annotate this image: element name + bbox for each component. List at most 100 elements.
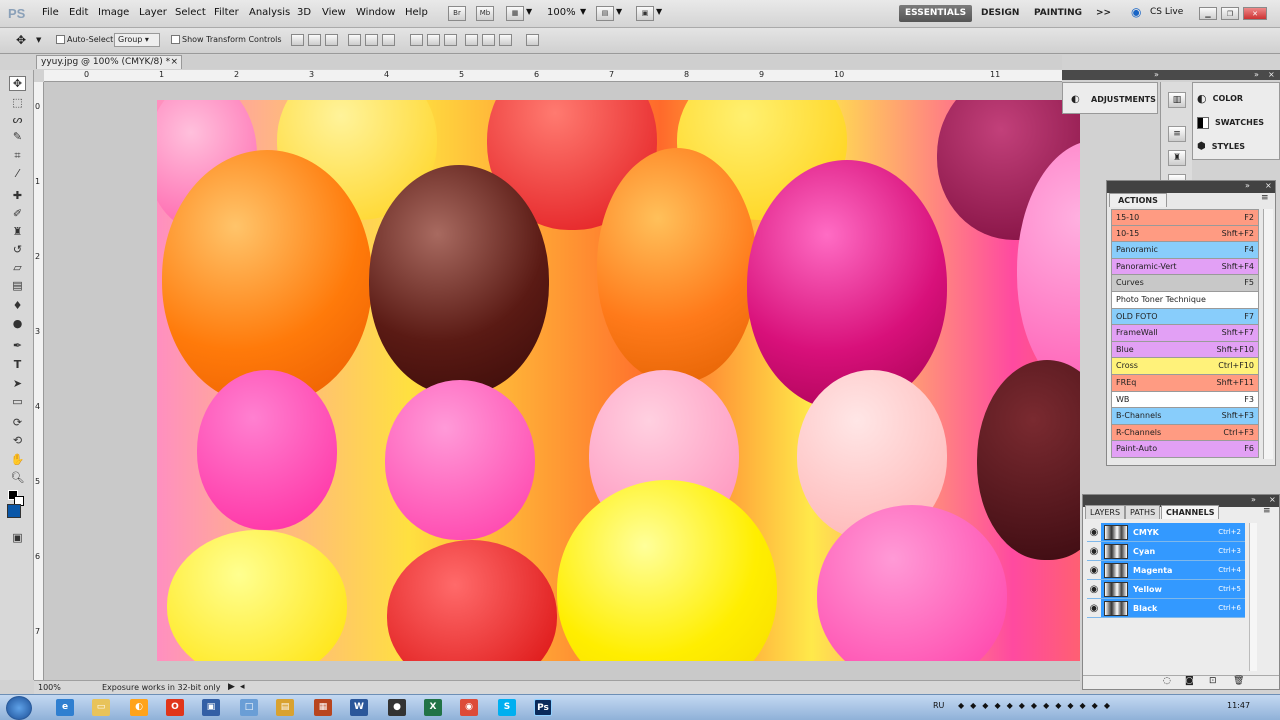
chrome-icon[interactable]: ◉	[460, 699, 478, 716]
app-icon-2[interactable]: □	[240, 699, 258, 716]
ie-icon[interactable]: e	[56, 699, 74, 716]
status-menu-arrow-icon[interactable]: ▶	[228, 682, 235, 692]
menu-edit[interactable]: Edit	[69, 7, 88, 18]
start-button-icon[interactable]	[6, 696, 32, 720]
bridge-button[interactable]: Br	[448, 6, 466, 21]
eraser-tool-icon[interactable]: ▱	[9, 260, 26, 275]
arrange-documents-icon[interactable]: ▤	[596, 6, 614, 21]
canvas-area[interactable]	[44, 82, 1080, 680]
action-item[interactable]: OLD FOTO F7	[1111, 308, 1259, 326]
media-icon[interactable]: ●	[388, 699, 406, 716]
distribute-vcenter-icon[interactable]	[427, 34, 440, 46]
channel-selection[interactable]: Magenta Ctrl+4	[1101, 561, 1245, 579]
hand-tool-icon[interactable]: ✋	[9, 452, 26, 467]
menu-select[interactable]: Select	[175, 7, 206, 18]
actions-scrollbar[interactable]	[1263, 209, 1273, 459]
auto-select-checkbox[interactable]	[56, 35, 65, 47]
pen-tool-icon[interactable]: ✒	[9, 338, 26, 353]
action-item[interactable]: Paint-Auto F6	[1111, 441, 1259, 458]
distribute-top-icon[interactable]	[410, 34, 423, 46]
align-hcenter-icon[interactable]	[365, 34, 378, 46]
action-item[interactable]: FrameWall Shft+F7	[1111, 325, 1259, 342]
app-icon-4[interactable]: ▦	[314, 699, 332, 716]
actions-tab[interactable]: ACTIONS	[1109, 193, 1167, 207]
minimize-icon[interactable]: ▁	[1199, 7, 1217, 20]
blur-tool-icon[interactable]: ♦	[9, 298, 26, 313]
swatches-panel-tab[interactable]: SWATCHES	[1197, 113, 1264, 133]
language-indicator[interactable]: RU	[933, 701, 944, 710]
menu-file[interactable]: File	[42, 7, 59, 18]
close-dock-icon[interactable]: ×	[1268, 70, 1275, 79]
visibility-eye-icon[interactable]: ◉	[1087, 584, 1101, 595]
lasso-tool-icon[interactable]: ᔕ	[9, 112, 26, 127]
visibility-eye-icon[interactable]: ◉	[1087, 546, 1101, 557]
eyedropper-tool-icon[interactable]: ⁄	[9, 166, 26, 181]
action-item[interactable]: Cross Ctrl+F10	[1111, 358, 1259, 375]
auto-select-dropdown[interactable]: Group ▾	[114, 33, 160, 47]
history-brush-tool-icon[interactable]: ↺	[9, 242, 26, 257]
arrange-dropdown-icon[interactable]: ▼	[616, 7, 622, 16]
3d-rotate-tool-icon[interactable]: ⟳	[9, 415, 26, 430]
histogram-icon[interactable]: ▥	[1168, 92, 1186, 108]
preset-dropdown-icon[interactable]: ▼	[36, 36, 41, 44]
show-transform-checkbox[interactable]	[171, 35, 180, 47]
action-item[interactable]: R-Channels Ctrl+F3	[1111, 424, 1259, 442]
actions-panel-menu-icon[interactable]: ≡	[1261, 193, 1269, 203]
delete-channel-icon[interactable]: 🗑︎	[1233, 676, 1244, 686]
visibility-eye-icon[interactable]: ◉	[1087, 527, 1101, 538]
workspace-more-icon[interactable]: >>	[1090, 5, 1117, 22]
action-item[interactable]: B-Channels Shft+F3	[1111, 408, 1259, 425]
load-selection-icon[interactable]: ◌	[1163, 676, 1171, 686]
scroll-left-arrow-icon[interactable]: ◂	[240, 682, 245, 692]
action-item[interactable]: WB F3	[1111, 391, 1259, 409]
quick-mask-icon[interactable]	[7, 504, 21, 518]
collapse-panel-icon[interactable]: »	[1154, 70, 1159, 79]
excel-icon[interactable]: X	[424, 699, 442, 716]
action-item[interactable]: Curves F5	[1111, 275, 1259, 292]
save-app-icon[interactable]: ▣	[202, 699, 220, 716]
collapse-actions-icon[interactable]: »	[1245, 181, 1250, 190]
tab-paths[interactable]: PATHS	[1125, 505, 1161, 519]
menu-filter[interactable]: Filter	[214, 7, 239, 18]
menu-help[interactable]: Help	[405, 7, 428, 18]
action-item[interactable]: FREq Shft+F11	[1111, 374, 1259, 392]
collapse-dock-icon[interactable]: »	[1254, 70, 1259, 79]
menu-3d[interactable]: 3D	[297, 7, 311, 18]
photoshop-taskbar-icon[interactable]: Ps	[534, 699, 552, 716]
color-panel-tab[interactable]: ◐ COLOR	[1197, 89, 1243, 109]
workspace-painting[interactable]: PAINTING	[1028, 5, 1088, 22]
align-left-icon[interactable]	[348, 34, 361, 46]
3d-orbit-tool-icon[interactable]: ⟲	[9, 433, 26, 448]
screen-mode-icon[interactable]: ▣	[636, 6, 654, 21]
adjustments-panel-collapsed[interactable]: ◐ ADJUSTMENTS	[1062, 82, 1158, 114]
channel-row[interactable]: ◉ Black Ctrl+6	[1087, 599, 1245, 618]
channels-scrollbar[interactable]	[1249, 523, 1257, 671]
cs-live-button[interactable]: CS Live	[1150, 7, 1183, 17]
status-zoom[interactable]: 100%	[38, 683, 61, 692]
brush-tool-icon[interactable]: ✐	[9, 206, 26, 221]
styles-panel-tab[interactable]: ⬢ STYLES	[1197, 137, 1245, 157]
menu-image[interactable]: Image	[98, 7, 129, 18]
distribute-bottom-icon[interactable]	[444, 34, 457, 46]
app-icon-3[interactable]: ▤	[276, 699, 294, 716]
menu-analysis[interactable]: Analysis	[249, 7, 290, 18]
action-item[interactable]: 15-10 F2	[1111, 209, 1259, 226]
menu-layer[interactable]: Layer	[139, 7, 167, 18]
opera-icon[interactable]: O	[166, 699, 184, 716]
path-select-tool-icon[interactable]: ➤	[9, 376, 26, 391]
distribute-right-icon[interactable]	[499, 34, 512, 46]
crop-tool-icon[interactable]: ⌗	[9, 148, 26, 163]
collapse-layers-icon[interactable]: »	[1251, 495, 1256, 504]
tray-icons[interactable]: ◆◆◆◆◆◆◆◆◆◆◆◆◆	[958, 701, 1116, 710]
align-vcenter-icon[interactable]	[308, 34, 321, 46]
screen-mode-tool-icon[interactable]: ▣	[9, 530, 26, 545]
move-tool-preset-icon[interactable]: ✥	[16, 33, 26, 47]
close-document-icon[interactable]: ×	[170, 56, 178, 68]
menu-view[interactable]: View	[322, 7, 346, 18]
new-channel-icon[interactable]: ⊡	[1209, 676, 1217, 686]
auto-align-icon[interactable]	[526, 34, 539, 46]
marquee-tool-icon[interactable]: ⬚	[9, 95, 26, 110]
visibility-eye-icon[interactable]: ◉	[1087, 565, 1101, 576]
channel-selection[interactable]: Black Ctrl+6	[1101, 599, 1245, 617]
save-selection-icon[interactable]: ◙	[1185, 676, 1194, 686]
